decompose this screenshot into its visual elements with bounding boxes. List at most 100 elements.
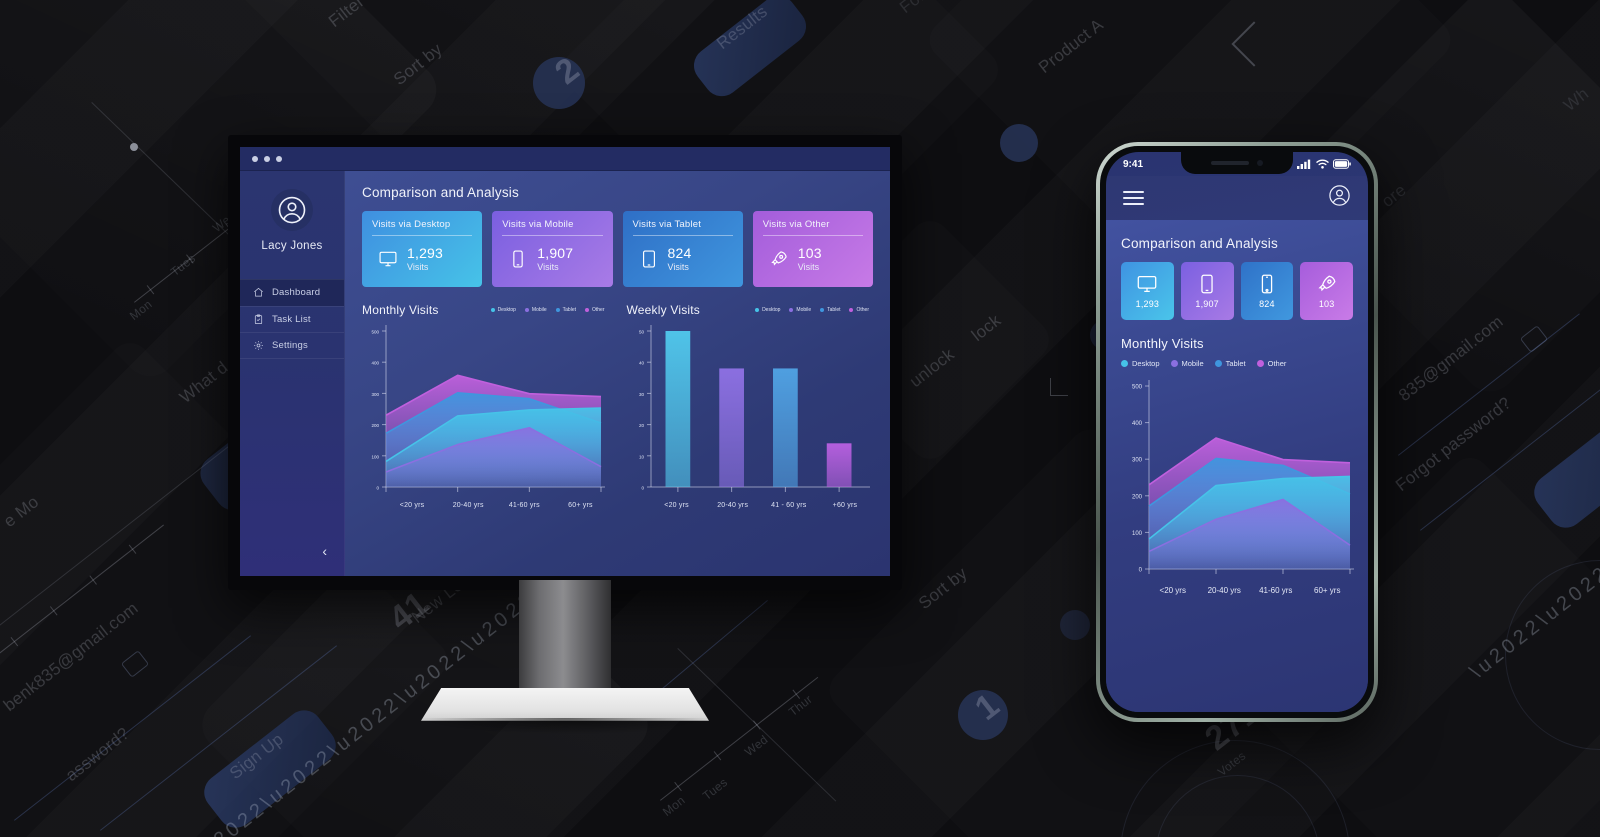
legend-label: Tablet: [827, 307, 841, 313]
chart-x-axis-labels: <20 yrs 20-40 yrs 41-60 yrs 60+ yrs: [1121, 586, 1353, 595]
legend-swatch: [755, 308, 760, 312]
stat-card-row: Visits via Desktop 1,293 Visits Visits v…: [362, 211, 873, 287]
stat-card-tablet[interactable]: Visits via Tablet 824 Visits: [622, 211, 743, 287]
profile-name: Lacy Jones: [261, 240, 323, 252]
x-axis-tick-label: +60 yrs: [832, 502, 858, 509]
phone-stat-value: 103: [1318, 299, 1335, 309]
legend-item: Tablet: [820, 307, 840, 313]
weekly-visits-bar-chart: 0 10 20 30 40 50: [627, 323, 874, 499]
legend-item: Other: [584, 307, 605, 313]
phone-status-bar: 9:41: [1106, 152, 1368, 176]
svg-text:200: 200: [1132, 494, 1143, 500]
stat-card-title: Visits via Desktop: [372, 219, 451, 230]
charts-row: Monthly Visits Desktop Mobile Tablet Other …: [362, 303, 873, 509]
phone-screen: 9:41 Comparison and Analysis 1,293 1,907…: [1106, 152, 1368, 712]
window-minimize-button[interactable]: [264, 155, 270, 162]
legend-label: Mobile: [1181, 359, 1204, 368]
legend-label: Desktop: [497, 307, 516, 313]
stat-card-unit: Visits: [537, 261, 559, 272]
legend-swatch: [849, 308, 854, 312]
chart-title: Monthly Visits: [362, 303, 439, 317]
legend-swatch: [789, 308, 794, 312]
stat-card-divider: [632, 235, 733, 236]
monthly-visits-chart-block: Monthly Visits Desktop Mobile Tablet Other …: [362, 303, 609, 509]
monthly-visits-area-chart: 0 100 200 300 400 500: [362, 323, 609, 499]
phone-mockup: 9:41 Comparison and Analysis 1,293 1,907…: [1096, 142, 1378, 722]
svg-text:50: 50: [638, 330, 644, 335]
window-close-button[interactable]: [252, 155, 258, 162]
svg-text:200: 200: [371, 423, 379, 428]
hamburger-menu-icon[interactable]: [1123, 191, 1144, 205]
rocket-icon: [1318, 275, 1336, 292]
sidebar-nav: Dashboard Task List Settings: [240, 279, 344, 359]
svg-text:0: 0: [376, 486, 379, 491]
tablet-icon: [1261, 274, 1273, 294]
sidebar-profile[interactable]: Lacy Jones: [240, 171, 344, 252]
phone-stat-card-mobile[interactable]: 1,907: [1180, 262, 1234, 320]
x-axis-tick-label: 20-40 yrs: [1207, 586, 1241, 595]
phone-stat-card-tablet[interactable]: 824: [1240, 262, 1294, 320]
mobile-phone-icon: [508, 249, 528, 269]
stat-card-other[interactable]: Visits via Other 103 Visits: [752, 211, 873, 287]
avatar[interactable]: [271, 189, 313, 231]
battery-icon: [1333, 159, 1351, 169]
legend-item: Other: [1256, 359, 1287, 368]
x-axis-tick-label: 41 - 60 yrs: [771, 502, 807, 509]
sidebar-item-dashboard[interactable]: Dashboard: [240, 279, 344, 306]
legend-item: Mobile: [789, 307, 811, 313]
svg-text:30: 30: [638, 392, 644, 397]
sidebar-item-settings[interactable]: Settings: [240, 332, 344, 359]
user-circle-icon: [1329, 185, 1350, 206]
main-content: Comparison and Analysis Visits via Deskt…: [345, 171, 890, 576]
x-axis-tick-label: <20 yrs: [664, 502, 689, 509]
sidebar-item-task-list[interactable]: Task List: [240, 305, 344, 333]
phone-inner-frame: 9:41 Comparison and Analysis 1,293 1,907…: [1100, 146, 1374, 718]
stat-card-body: 1,293 Visits: [372, 246, 472, 272]
sidebar-collapse-button[interactable]: ‹: [322, 544, 327, 558]
chart-header: Weekly Visits Desktop Mobile Tablet Other: [627, 303, 874, 317]
stat-card-value: 103: [797, 245, 822, 261]
window-maximize-button[interactable]: [276, 155, 282, 162]
stat-card-mobile[interactable]: Visits via Mobile 1,907 Visits: [492, 211, 613, 287]
background-circle: [1060, 610, 1090, 640]
phone-stat-value: 824: [1259, 299, 1275, 309]
legend-label: Other: [1267, 359, 1287, 368]
svg-text:500: 500: [371, 330, 379, 335]
gear-icon: [254, 340, 263, 350]
bar: [718, 368, 744, 487]
avatar[interactable]: [1328, 184, 1351, 212]
stat-card-values: 824 Visits: [668, 246, 692, 272]
sidebar: Lacy Jones Dashboard Task List Settings …: [240, 171, 345, 576]
sidebar-item-label: Settings: [272, 339, 308, 351]
stat-card-title: Visits via Mobile: [502, 219, 574, 230]
desktop-monitor-icon: [378, 249, 398, 269]
desktop-monitor-mockup: Lacy Jones Dashboard Task List Settings …: [228, 135, 902, 590]
svg-text:300: 300: [371, 392, 379, 397]
app-body: Lacy Jones Dashboard Task List Settings …: [240, 171, 890, 576]
chart-legend: Desktop Mobile Tablet Other: [1121, 359, 1353, 368]
clipboard-check-icon: [254, 314, 263, 324]
stat-card-desktop[interactable]: Visits via Desktop 1,293 Visits: [362, 211, 483, 287]
stat-card-values: 1,293 Visits: [407, 246, 443, 272]
bar: [772, 368, 798, 487]
bar: [665, 331, 690, 487]
stat-card-value: 1,293: [407, 245, 444, 261]
svg-text:100: 100: [1132, 531, 1143, 537]
phone-stat-card-desktop[interactable]: 1,293: [1121, 262, 1174, 320]
legend-label: Tablet: [562, 307, 576, 313]
svg-text:500: 500: [1132, 385, 1143, 391]
legend-swatch: [584, 308, 589, 312]
stat-card-divider: [372, 235, 473, 236]
legend-label: Tablet: [1225, 359, 1246, 368]
page-title: Comparison and Analysis: [362, 185, 519, 200]
phone-stat-card-other[interactable]: 103: [1300, 262, 1353, 320]
stat-card-unit: Visits: [667, 261, 689, 272]
chart-x-axis-labels: <20 yrs 20-40 yrs 41-60 yrs 60+ yrs: [362, 502, 609, 509]
stat-card-body: 824 Visits: [633, 246, 733, 272]
svg-text:20: 20: [638, 423, 644, 428]
stat-card-unit: Visits: [797, 261, 820, 272]
svg-text:10: 10: [638, 454, 644, 459]
legend-item: Mobile: [524, 307, 547, 313]
x-axis-tick-label: 60+ yrs: [568, 502, 593, 509]
stat-card-divider: [762, 235, 863, 236]
